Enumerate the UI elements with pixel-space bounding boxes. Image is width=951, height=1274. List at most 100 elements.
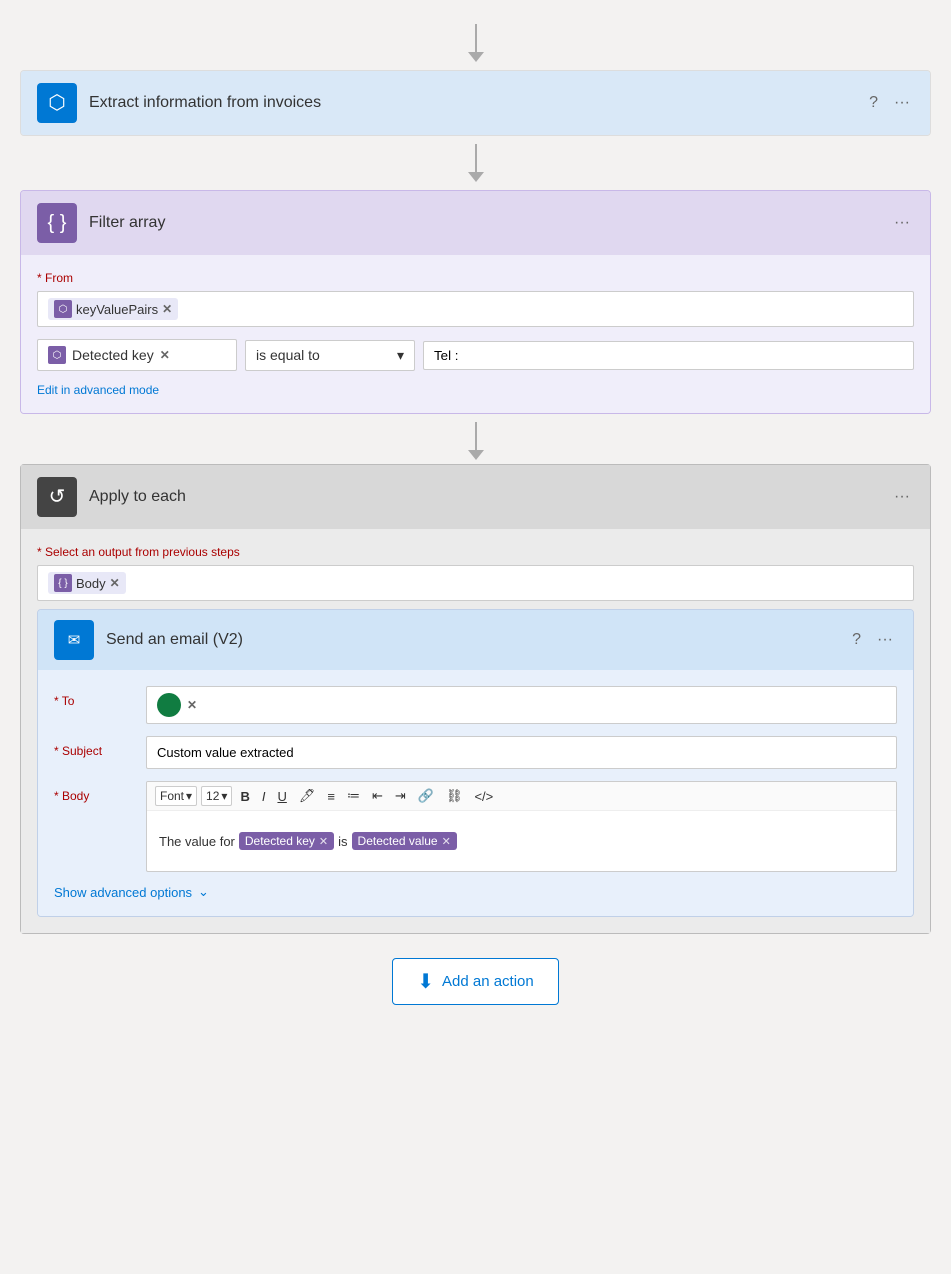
unlink-btn[interactable]: ⛓ bbox=[442, 786, 467, 806]
email-help-btn[interactable]: ? bbox=[848, 627, 865, 653]
token1-remove[interactable]: ✕ bbox=[319, 835, 328, 848]
body-token-1: Detected key ✕ bbox=[239, 832, 334, 850]
link-btn[interactable]: 🔗 bbox=[414, 786, 438, 806]
subject-label: * Subject bbox=[54, 736, 134, 758]
size-chevron: ▾ bbox=[221, 789, 227, 803]
extract-card-title: Extract information from invoices bbox=[89, 94, 853, 112]
add-action-label: Add an action bbox=[442, 973, 534, 990]
email-icon: ✉ bbox=[54, 620, 94, 660]
body-editor[interactable]: Font ▾ 12 ▾ B I U bbox=[146, 781, 897, 872]
subject-field bbox=[146, 736, 897, 769]
add-action-area: ⬇ Add an action bbox=[392, 958, 559, 1005]
from-token-icon: ⬡ bbox=[54, 300, 72, 318]
to-field: ✕ bbox=[146, 686, 897, 724]
filter-card-actions: ··· bbox=[890, 210, 914, 236]
extract-card-actions: ? ··· bbox=[865, 90, 914, 116]
outdent-btn[interactable]: ⇤ bbox=[368, 786, 387, 806]
add-action-icon: ⬇ bbox=[417, 969, 434, 994]
filter-card-title: Filter array bbox=[89, 214, 878, 232]
show-advanced-chevron: ⌄ bbox=[198, 884, 209, 900]
filter-left-icon: ⬡ bbox=[48, 346, 66, 364]
font-chevron: ▾ bbox=[186, 789, 192, 803]
underline-btn[interactable]: U bbox=[273, 787, 290, 806]
apply-card-actions: ··· bbox=[890, 484, 914, 510]
apply-icon: ↺ bbox=[37, 477, 77, 517]
body-field: Font ▾ 12 ▾ B I U bbox=[146, 781, 897, 872]
filter-left-text: Detected key bbox=[72, 347, 154, 363]
token2-text: Detected value bbox=[358, 834, 438, 848]
apply-more-btn[interactable]: ··· bbox=[890, 484, 914, 510]
extract-card-header: ⬡ Extract information from invoices ? ··… bbox=[21, 71, 930, 135]
filter-card-body: * From ⬡ keyValuePairs ✕ ⬡ Detected key … bbox=[21, 255, 930, 413]
from-token-text: keyValuePairs bbox=[76, 302, 158, 317]
from-input[interactable]: ⬡ keyValuePairs ✕ bbox=[37, 291, 914, 327]
email-card-title: Send an email (V2) bbox=[106, 631, 836, 649]
output-token: { } Body ✕ bbox=[48, 572, 126, 594]
email-card: ✉ Send an email (V2) ? ··· * To bbox=[37, 609, 914, 917]
filter-right-input[interactable] bbox=[423, 341, 914, 370]
output-token-remove[interactable]: ✕ bbox=[110, 576, 120, 590]
extract-help-btn[interactable]: ? bbox=[865, 90, 882, 116]
editor-content[interactable]: The value for Detected key ✕ is Detected… bbox=[147, 811, 896, 871]
from-token: ⬡ keyValuePairs ✕ bbox=[48, 298, 178, 320]
filter-card-header: { } Filter array ··· bbox=[21, 191, 930, 255]
email-card-header: ✉ Send an email (V2) ? ··· bbox=[38, 610, 913, 670]
subject-row: * Subject bbox=[54, 736, 897, 769]
to-label: * To bbox=[54, 686, 134, 708]
html-btn[interactable]: </> bbox=[470, 787, 497, 806]
extract-more-btn[interactable]: ··· bbox=[890, 90, 914, 116]
to-input[interactable]: ✕ bbox=[146, 686, 897, 724]
filter-left-remove[interactable]: ✕ bbox=[160, 348, 170, 362]
output-token-text: Body bbox=[76, 576, 106, 591]
body-row: * Body Font ▾ 12 ▾ bbox=[54, 781, 897, 872]
filter-more-btn[interactable]: ··· bbox=[890, 210, 914, 236]
from-token-remove[interactable]: ✕ bbox=[162, 302, 172, 316]
arrow-1 bbox=[468, 144, 484, 182]
indent-btn[interactable]: ⇥ bbox=[391, 786, 410, 806]
body-label: * Body bbox=[54, 781, 134, 803]
top-arrow bbox=[468, 24, 484, 62]
apply-card-body: * Select an output from previous steps {… bbox=[21, 529, 930, 933]
to-avatar bbox=[157, 693, 181, 717]
bold-btn[interactable]: B bbox=[236, 787, 253, 806]
show-advanced-options[interactable]: Show advanced options ⌄ bbox=[54, 884, 897, 900]
extract-icon: ⬡ bbox=[37, 83, 77, 123]
filter-icon: { } bbox=[37, 203, 77, 243]
filter-operator-select[interactable]: is equal to ▾ bbox=[245, 340, 415, 371]
filter-left-box[interactable]: ⬡ Detected key ✕ bbox=[37, 339, 237, 371]
show-advanced-text: Show advanced options bbox=[54, 885, 192, 900]
advanced-mode-link[interactable]: Edit in advanced mode bbox=[37, 383, 159, 397]
body-text-before: The value for bbox=[159, 834, 235, 849]
font-select[interactable]: Font ▾ bbox=[155, 786, 197, 806]
token2-remove[interactable]: ✕ bbox=[442, 835, 451, 848]
output-token-icon: { } bbox=[54, 574, 72, 592]
extract-card: ⬡ Extract information from invoices ? ··… bbox=[20, 70, 931, 136]
arrow-2 bbox=[468, 422, 484, 460]
select-output-label: * Select an output from previous steps bbox=[37, 545, 914, 559]
to-remove[interactable]: ✕ bbox=[187, 698, 197, 712]
apply-card: ↺ Apply to each ··· * Select an output f… bbox=[20, 464, 931, 934]
filter-operator-text: is equal to bbox=[256, 347, 320, 363]
italic-btn[interactable]: I bbox=[258, 787, 270, 806]
body-text-mid: is bbox=[338, 834, 347, 849]
filter-condition-row: ⬡ Detected key ✕ is equal to ▾ bbox=[37, 339, 914, 371]
apply-card-title: Apply to each bbox=[89, 488, 878, 506]
filter-operator-chevron: ▾ bbox=[397, 347, 404, 364]
token1-text: Detected key bbox=[245, 834, 315, 848]
subject-input[interactable] bbox=[146, 736, 897, 769]
bullets-btn[interactable]: ≡ bbox=[323, 787, 339, 806]
output-input[interactable]: { } Body ✕ bbox=[37, 565, 914, 601]
apply-card-header: ↺ Apply to each ··· bbox=[21, 465, 930, 529]
size-select[interactable]: 12 ▾ bbox=[201, 786, 232, 806]
font-size: 12 bbox=[206, 789, 219, 803]
email-card-body: * To ✕ * Subject bbox=[38, 670, 913, 916]
ordered-list-btn[interactable]: ≔ bbox=[343, 786, 364, 806]
flow-container: ⬡ Extract information from invoices ? ··… bbox=[20, 20, 931, 1005]
filter-card: { } Filter array ··· * From ⬡ keyValuePa… bbox=[20, 190, 931, 414]
to-row: * To ✕ bbox=[54, 686, 897, 724]
highlight-btn[interactable]: 🖊 bbox=[295, 786, 320, 806]
font-label: Font bbox=[160, 789, 184, 803]
email-more-btn[interactable]: ··· bbox=[873, 627, 897, 653]
add-action-button[interactable]: ⬇ Add an action bbox=[392, 958, 559, 1005]
editor-toolbar: Font ▾ 12 ▾ B I U bbox=[147, 782, 896, 811]
